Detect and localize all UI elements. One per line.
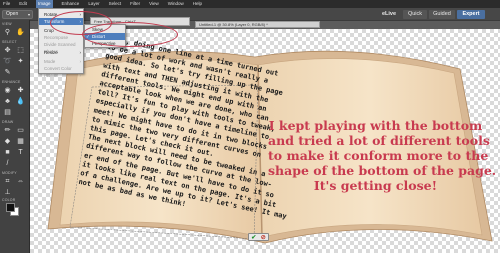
photoshop-elements-window: File Edit Image Enhance Layer Select Fil… bbox=[0, 0, 500, 253]
tab-expert[interactable]: Expert bbox=[457, 10, 485, 19]
section-color: COLOR bbox=[2, 198, 16, 202]
menu-edit[interactable]: Edit bbox=[19, 0, 27, 8]
annotation-line: I kept playing with the bottom bbox=[268, 118, 483, 133]
sponge-icon[interactable]: ▤ bbox=[3, 108, 12, 117]
section-enhance: ENHANCE bbox=[2, 80, 21, 84]
straighten-icon[interactable]: ⊥ bbox=[3, 188, 12, 197]
tools-panel: VIEW ⚲ ✋ SELECT ✥ ⬚ ➰ ✦ ✎ ENHANCE ◉ ✚ ♣ … bbox=[0, 20, 30, 253]
menu-enhance[interactable]: Enhance bbox=[62, 0, 80, 8]
eraser-icon[interactable]: ▭ bbox=[16, 126, 25, 135]
menu-item-divide-scanned-photos[interactable]: Divide Scanned Photos bbox=[39, 41, 83, 54]
menu-help[interactable]: Help bbox=[193, 0, 202, 8]
document-tab[interactable]: Untitled-1 @ 30.8% (Layer 0, RGB/8) * bbox=[195, 21, 320, 28]
marquee-icon[interactable]: ⬚ bbox=[16, 46, 25, 55]
open-label: Open bbox=[6, 11, 19, 17]
menu-filter[interactable]: Filter bbox=[130, 0, 140, 8]
move-icon[interactable]: ✥ bbox=[3, 46, 12, 55]
crop-icon[interactable]: ⌗ bbox=[3, 177, 12, 186]
chevron-right-icon: › bbox=[79, 73, 82, 78]
recompose-icon[interactable]: ⇔ bbox=[16, 177, 25, 186]
lasso-icon[interactable]: ➰ bbox=[3, 57, 12, 66]
menu-image[interactable]: Image bbox=[36, 0, 53, 8]
commit-icon[interactable]: ✔ bbox=[251, 234, 256, 241]
pencil-icon[interactable]: / bbox=[3, 159, 12, 168]
open-button[interactable]: Open ▾ bbox=[2, 10, 33, 19]
paint-bucket-icon[interactable]: ◆ bbox=[3, 137, 12, 146]
menu-item-recompose[interactable]: Recompose bbox=[39, 34, 83, 41]
chevron-right-icon: › bbox=[79, 59, 82, 64]
magic-wand-icon[interactable]: ✦ bbox=[16, 57, 25, 66]
selection-brush-icon[interactable]: ✎ bbox=[3, 68, 12, 77]
chevron-right-icon: › bbox=[79, 50, 82, 55]
handwritten-text-block: Well, doing one line at a time turned ou… bbox=[77, 34, 288, 221]
annotation-line: It's getting close! bbox=[313, 178, 438, 193]
foreground-color-swatch[interactable] bbox=[6, 203, 15, 212]
eye-icon[interactable]: ◉ bbox=[3, 86, 12, 95]
type-icon[interactable]: T bbox=[16, 148, 25, 157]
menu-layer[interactable]: Layer bbox=[88, 0, 99, 8]
annotation-line: to make it conform more to the bbox=[268, 148, 489, 163]
menu-view[interactable]: View bbox=[149, 0, 159, 8]
menu-file[interactable]: File bbox=[3, 0, 10, 8]
spot-healing-icon[interactable]: ✚ bbox=[16, 86, 25, 95]
menu-select[interactable]: Select bbox=[109, 0, 122, 8]
shape-icon[interactable]: ■ bbox=[3, 148, 12, 157]
clone-stamp-icon[interactable]: ♣ bbox=[3, 97, 12, 106]
menu-window[interactable]: Window bbox=[168, 0, 184, 8]
hand-icon[interactable]: ✋ bbox=[16, 28, 25, 37]
brush-icon[interactable]: ✏ bbox=[3, 126, 12, 135]
menu-item-convert-color-profile[interactable]: Convert Color Profile › bbox=[39, 65, 83, 78]
section-modify: MODIFY bbox=[2, 171, 17, 175]
zoom-icon[interactable]: ⚲ bbox=[3, 28, 12, 37]
menu-bar: File Edit Image Enhance Layer Select Fil… bbox=[0, 0, 500, 8]
tab-guided[interactable]: Guided bbox=[429, 10, 455, 19]
menu-item-resize[interactable]: Resize › bbox=[39, 49, 83, 56]
cancel-icon[interactable]: ⊘ bbox=[261, 234, 266, 241]
section-draw: DRAW bbox=[2, 120, 14, 124]
gradient-icon[interactable]: ▦ bbox=[16, 137, 25, 146]
chevron-down-icon: ▾ bbox=[27, 12, 30, 17]
transform-commit-bar: ✔ ⊘ bbox=[248, 233, 269, 241]
menu-item-mode[interactable]: Mode › bbox=[39, 58, 83, 65]
annotation-text: I kept playing with the bottom and tried… bbox=[268, 118, 497, 193]
section-select: SELECT bbox=[2, 40, 17, 44]
tab-quick[interactable]: Quick bbox=[403, 10, 427, 19]
annotation-line: shape of the bottom of the page. bbox=[268, 163, 497, 178]
blur-icon[interactable]: 💧 bbox=[16, 97, 25, 106]
annotation-circle-distort bbox=[82, 22, 178, 47]
tab-elive[interactable]: eLive bbox=[378, 10, 400, 19]
section-view: VIEW bbox=[2, 22, 12, 26]
annotation-line: and tried a lot of different tools bbox=[268, 133, 490, 148]
